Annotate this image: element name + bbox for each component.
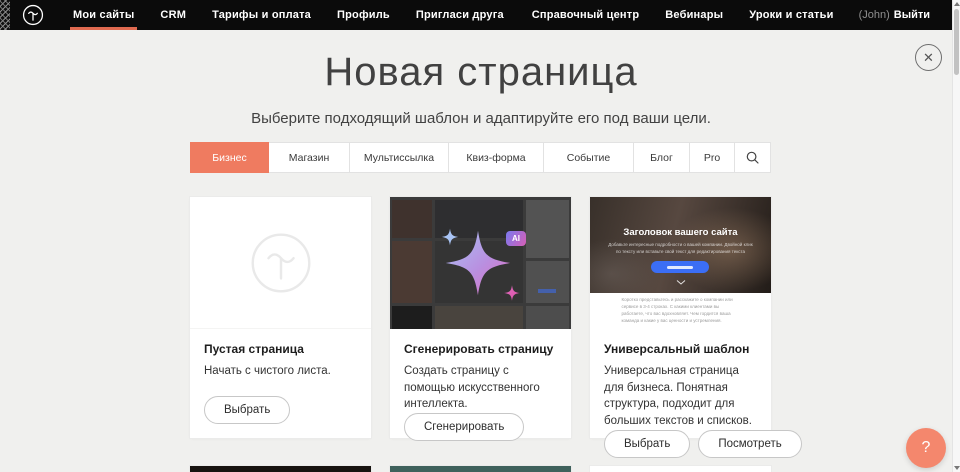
- preview-hero-subtitle: Добавьте интересные подробности о вашей …: [608, 242, 753, 256]
- tilda-watermark-icon: [249, 231, 313, 295]
- search-tab[interactable]: [735, 143, 770, 172]
- preview-about-section: Коротко представьтесь и расскажите о ком…: [590, 293, 771, 329]
- nav-item-tariffs[interactable]: Тарифы и оплата: [199, 0, 324, 30]
- tab-event[interactable]: Событие: [544, 143, 634, 172]
- select-universal-button[interactable]: Выбрать: [604, 430, 690, 458]
- scrollbar-down-arrow-icon[interactable]: [954, 466, 960, 470]
- partial-card-3[interactable]: [590, 466, 771, 472]
- ai-preview: AI: [390, 197, 571, 329]
- card-body: Сгенерировать страницу Создать страницу …: [390, 329, 571, 455]
- blank-page-preview: [190, 197, 371, 329]
- card-description: Создать страницу с помощью искусственног…: [404, 363, 557, 413]
- vertical-scrollbar[interactable]: [952, 0, 960, 472]
- universal-template-preview: Заголовок вашего сайта Добавьте интересн…: [590, 197, 771, 329]
- card-body: Пустая страница Начать с чистого листа. …: [190, 329, 371, 438]
- select-blank-button[interactable]: Выбрать: [204, 396, 290, 424]
- nav-item-profile[interactable]: Профиль: [324, 0, 403, 30]
- card-body: Универсальный шаблон Универсальная стран…: [590, 329, 771, 472]
- search-icon: [746, 151, 759, 164]
- partial-card-2[interactable]: [390, 466, 571, 472]
- tab-blog[interactable]: Блог: [634, 143, 690, 172]
- navbar-right-menu: Справочный центр Вебинары Уроки и статьи…: [519, 0, 942, 30]
- nav-item-invite-friend[interactable]: Пригласи друга: [403, 0, 517, 30]
- nav-user-logout[interactable]: (John) Выйти: [847, 9, 942, 21]
- card-ai-generate: AI Сгенерировать страницу Создать страни…: [390, 197, 571, 438]
- card-title: Сгенерировать страницу: [404, 342, 557, 356]
- chevron-down-icon: [590, 272, 771, 290]
- logout-link[interactable]: Выйти: [894, 9, 930, 21]
- generate-page-button[interactable]: Сгенерировать: [404, 413, 524, 441]
- navbar-left-menu: Мои сайты CRM Тарифы и оплата Профиль Пр…: [60, 0, 517, 30]
- template-category-tabs: Бизнес Магазин Мультиссылка Квиз-форма С…: [190, 142, 771, 173]
- page-title: Новая страница: [10, 50, 952, 95]
- question-mark-icon: ?: [922, 439, 931, 457]
- help-button[interactable]: ?: [906, 428, 946, 468]
- page-subtitle: Выберите подходящий шаблон и адаптируйте…: [10, 110, 952, 127]
- card-description: Универсальная страница для бизнеса. Поня…: [604, 363, 757, 430]
- partial-card-1[interactable]: [190, 466, 371, 472]
- tab-pro[interactable]: Pro: [690, 143, 735, 172]
- background-pattern: [0, 0, 10, 30]
- tilda-logo-icon[interactable]: [22, 4, 44, 26]
- top-navbar: Мои сайты CRM Тарифы и оплата Профиль Пр…: [10, 0, 952, 30]
- user-name: (John): [859, 9, 890, 21]
- preview-hero-section: Заголовок вашего сайта Добавьте интересн…: [590, 197, 771, 293]
- card-description: Начать с чистого листа.: [204, 363, 357, 380]
- ai-sparkle-icon: [390, 197, 571, 329]
- tab-multilink[interactable]: Мультиссылка: [350, 143, 449, 172]
- card-blank-page: Пустая страница Начать с чистого листа. …: [190, 197, 371, 438]
- nav-item-my-sites[interactable]: Мои сайты: [60, 0, 147, 30]
- app-window: Мои сайты CRM Тарифы и оплата Профиль Пр…: [0, 0, 960, 472]
- nav-item-webinars[interactable]: Вебинары: [652, 9, 736, 21]
- preview-universal-button[interactable]: Посмотреть: [698, 430, 801, 458]
- template-cards-row: Пустая страница Начать с чистого листа. …: [190, 197, 771, 438]
- tab-business[interactable]: Бизнес: [190, 142, 269, 173]
- nav-item-lessons[interactable]: Уроки и статьи: [736, 9, 846, 21]
- scrollbar-up-arrow-icon[interactable]: [954, 2, 960, 6]
- card-title: Пустая страница: [204, 342, 357, 356]
- nav-item-crm[interactable]: CRM: [147, 0, 199, 30]
- card-title: Универсальный шаблон: [604, 342, 757, 356]
- card-universal-template: Заголовок вашего сайта Добавьте интересн…: [590, 197, 771, 438]
- preview-about-text: Коротко представьтесь и расскажите о ком…: [622, 297, 740, 325]
- ai-badge: AI: [506, 231, 526, 246]
- nav-item-help-center[interactable]: Справочный центр: [519, 9, 653, 21]
- tab-quiz-form[interactable]: Квиз-форма: [449, 143, 544, 172]
- tab-shop[interactable]: Магазин: [269, 143, 350, 172]
- preview-hero-title: Заголовок вашего сайта: [590, 227, 771, 238]
- template-cards-row-2: [190, 466, 771, 472]
- scrollbar-thumb[interactable]: [954, 9, 959, 75]
